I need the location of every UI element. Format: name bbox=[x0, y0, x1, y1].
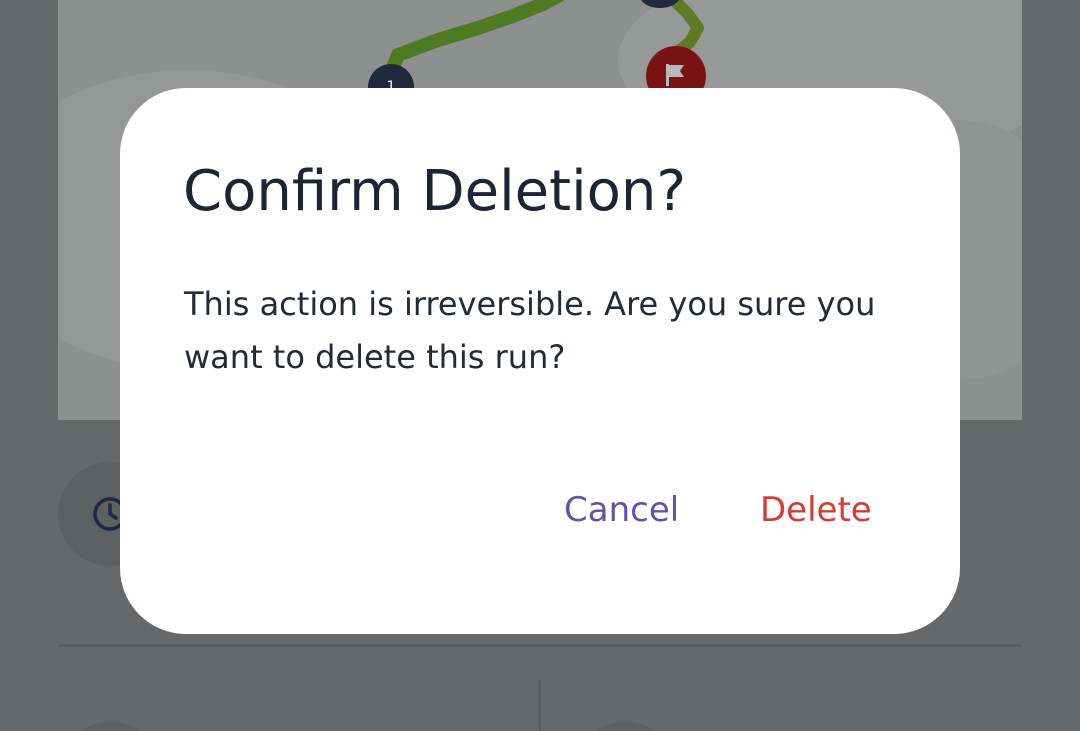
screen: 1 Confirm Deletion? This action is irrev… bbox=[0, 0, 1080, 731]
cancel-button[interactable]: Cancel bbox=[564, 480, 679, 540]
stat-icon-bubble bbox=[590, 722, 660, 731]
stats-column-divider bbox=[538, 680, 541, 731]
confirm-delete-dialog: Confirm Deletion? This action is irrever… bbox=[120, 88, 960, 634]
dialog-title: Confirm Deletion? bbox=[183, 159, 687, 224]
dialog-message: This action is irreversible. Are you sur… bbox=[184, 285, 876, 376]
stats-divider bbox=[58, 644, 1022, 647]
stat-icon-bubble bbox=[76, 722, 146, 731]
flag-icon bbox=[666, 64, 684, 86]
delete-button[interactable]: Delete bbox=[760, 480, 872, 540]
